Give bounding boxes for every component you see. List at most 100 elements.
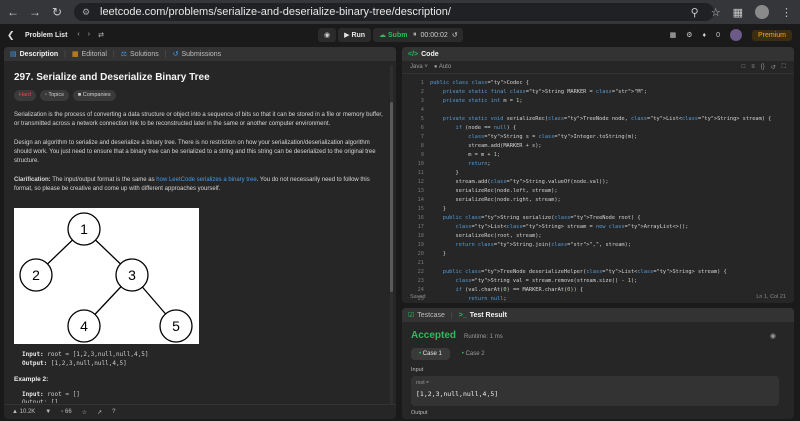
code-text: m = m + 1;	[430, 152, 501, 158]
code-line[interactable]: 5 private static void serializeRec(class…	[402, 115, 794, 123]
description-footer: ▲ 10.2K ▼ ▫ 66 ☆ ↗ ?	[4, 404, 396, 419]
code-line[interactable]: 7 class="ty">String s = class="ty">Integ…	[402, 133, 794, 141]
case-1-tab[interactable]: • Case 1	[411, 348, 450, 360]
user-avatar[interactable]	[729, 29, 742, 41]
terminal-icon: >_	[458, 311, 467, 319]
play-icon: ▶	[344, 32, 352, 39]
bug-icon: ◉	[324, 32, 331, 39]
tree-node-3: 3	[115, 258, 149, 292]
example-2-input: Input: root = []	[22, 391, 80, 398]
line-number: 14	[417, 197, 424, 203]
code-line[interactable]: 11 }	[402, 169, 794, 177]
code-line[interactable]: 15 }	[402, 205, 794, 213]
timer[interactable]: ⏸ 00:00:02 ↺	[408, 28, 463, 42]
code-line[interactable]: 19 return class="ty">String.join(class="…	[402, 241, 794, 249]
code-line[interactable]: 17 class="ty">List<class="ty">String> st…	[402, 223, 794, 231]
code-line[interactable]: 12 stream.add(class="ty">String.valueOf(…	[402, 178, 794, 186]
case-2-tab[interactable]: • Case 2	[454, 348, 493, 360]
layout-icon[interactable]: ▦	[670, 31, 677, 39]
fullscreen-icon[interactable]: ⛶	[782, 64, 786, 71]
code-line[interactable]: 23 class="ty">String val = stream.remove…	[402, 277, 794, 285]
code-line[interactable]: 6 if (node == null) {	[402, 124, 794, 132]
next-problem-icon[interactable]: ›	[88, 31, 90, 39]
code-line[interactable]: 21	[402, 259, 794, 267]
topics-tag[interactable]: ◦ Topics	[39, 90, 69, 101]
run-button[interactable]: ▶ Run	[338, 28, 372, 42]
code-line[interactable]: 13 serializeRec(node.left, stream);	[402, 187, 794, 195]
braces-icon[interactable]: {}	[761, 64, 765, 71]
code-line[interactable]: 9 m = m + 1;	[402, 151, 794, 159]
tab-description[interactable]: ▤ Description	[4, 47, 64, 61]
tree-node-2: 2	[19, 258, 53, 292]
code-line[interactable]: 14 serializeRec(node.right, stream);	[402, 196, 794, 204]
tree-node-4: 4	[67, 309, 101, 343]
site-info-icon[interactable]: ⚙	[82, 7, 94, 18]
profile-avatar[interactable]	[755, 5, 769, 19]
language-select[interactable]: Java ˅	[410, 64, 428, 70]
tab-code[interactable]: </> Code	[402, 47, 445, 61]
line-number: 13	[417, 188, 424, 194]
code-text: stream.add(MARKER + s);	[430, 143, 542, 149]
bookmark-star-icon[interactable]: ☆	[711, 6, 721, 19]
code-line[interactable]: 1 public class class="ty">Codec {	[402, 79, 794, 87]
example-1-output: Output: [1,2,3,null,null,4,5]	[22, 360, 127, 367]
editorial-tab-icon: ▦	[71, 51, 79, 58]
code-text: public class="ty">TreeNode deserializeHe…	[442, 269, 727, 275]
code-line[interactable]: 22 public class="ty">TreeNode deserializ…	[402, 268, 794, 276]
description-panel: ▤ Description | ▦ Editorial | ⚖ Solution…	[4, 47, 396, 419]
format-icon[interactable]: ≡	[751, 64, 755, 71]
line-number: 12	[417, 179, 424, 185]
share-button[interactable]: ↗	[97, 409, 102, 416]
problem-title[interactable]: 297. Serialize and Deserialize Binary Tr…	[14, 73, 389, 83]
companies-tag[interactable]: ■ Companies	[72, 90, 116, 101]
like-button[interactable]: ▲ 10.2K	[12, 409, 35, 415]
tab-editorial[interactable]: ▦ Editorial	[66, 47, 113, 61]
tab-test-result[interactable]: >_ Test Result	[453, 308, 513, 322]
premium-button[interactable]: Premium	[751, 29, 792, 41]
difficulty-badge: Hard	[14, 90, 36, 101]
forward-arrow-icon[interactable]: →	[26, 3, 44, 21]
tab-solutions[interactable]: ⚖ Solutions	[115, 47, 165, 61]
line-number: 6	[420, 125, 424, 131]
prev-problem-icon[interactable]: ‹	[77, 31, 79, 39]
address-bar[interactable]: ⚙ leetcode.com/problems/serialize-and-de…	[74, 3, 714, 21]
tab-testcase[interactable]: ☑ Testcase	[402, 308, 451, 322]
problem-list-link[interactable]: Problem List	[25, 32, 67, 39]
code-line[interactable]: 16 public class="ty">String serialize(cl…	[402, 214, 794, 222]
tab-submissions[interactable]: ↺ Submissions	[167, 47, 228, 61]
reset-icon[interactable]: ↺	[771, 64, 776, 71]
code-text: private static int m = 1;	[442, 98, 523, 104]
timer-reset-icon[interactable]: ↺	[452, 31, 458, 39]
leetcode-logo-icon[interactable]: ❮	[7, 30, 17, 40]
code-line[interactable]: 4	[402, 106, 794, 114]
settings-icon[interactable]: ⚙	[686, 31, 692, 39]
line-number: 19	[417, 242, 424, 248]
code-line[interactable]: 2 private static final class="ty">String…	[402, 88, 794, 96]
comments-button[interactable]: ▫ 66	[61, 409, 71, 415]
serialization-format-link[interactable]: how LeetCode serializes a binary tree	[156, 177, 256, 183]
thumbs-down-icon: ▼	[45, 409, 52, 415]
shuffle-icon[interactable]: ⇄	[98, 31, 104, 39]
bookmark-icon[interactable]: □	[742, 64, 746, 71]
cursor-position: Ln 1, Col 21	[756, 294, 786, 300]
code-line[interactable]: 20 }	[402, 250, 794, 258]
extensions-icon[interactable]: ▦	[733, 6, 743, 19]
zoom-icon[interactable]: ⚲	[691, 6, 699, 19]
help-button[interactable]: ?	[112, 409, 115, 415]
back-arrow-icon[interactable]: ←	[4, 3, 22, 21]
code-line[interactable]: 18 serializeRec(root, stream);	[402, 232, 794, 240]
favorite-button[interactable]: ☆	[82, 409, 87, 416]
code-line[interactable]: 3 private static int m = 1;	[402, 97, 794, 105]
code-line[interactable]: 8 stream.add(MARKER + s);	[402, 142, 794, 150]
code-line[interactable]: 10 return;	[402, 160, 794, 168]
menu-dots-icon[interactable]: ⋮	[781, 6, 792, 19]
debug-button[interactable]: ◉	[318, 28, 337, 42]
code-text: class="ty">String s = class="ty">Integer…	[468, 134, 638, 140]
eye-icon[interactable]: ◉	[770, 332, 776, 340]
dislike-button[interactable]: ▼	[45, 409, 51, 415]
notification-bell-icon[interactable]: ♦	[703, 32, 707, 39]
reload-icon[interactable]: ↻	[48, 3, 66, 21]
autocomplete-mode[interactable]: ● Auto	[434, 64, 451, 70]
code-editor[interactable]: 1 public class class="ty">Codec {2 privat…	[402, 75, 794, 303]
description-scroll-thumb[interactable]	[390, 102, 393, 292]
